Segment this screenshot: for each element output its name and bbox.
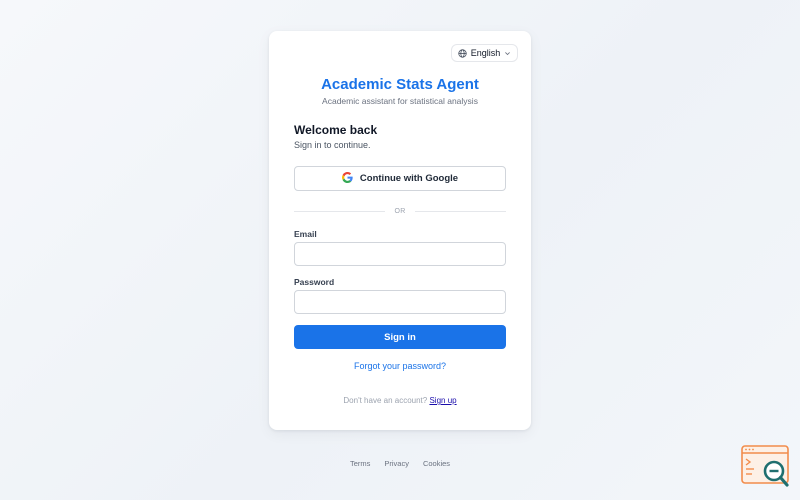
app-title: Academic Stats Agent [321, 76, 479, 93]
google-icon [341, 171, 353, 186]
welcome-heading: Welcome back [294, 123, 378, 137]
signin-hint: Sign in to continue. [294, 140, 371, 150]
password-field[interactable] [294, 290, 506, 314]
footer-link-cookies[interactable]: Cookies [423, 459, 450, 468]
password-label: Password [294, 277, 335, 287]
footer-link-terms[interactable]: Terms [350, 459, 370, 468]
continue-with-google-button[interactable]: Continue with Google [294, 166, 506, 191]
divider-text: OR [394, 207, 406, 215]
login-card: English Academic Stats Agent Academic as… [269, 31, 531, 430]
language-selector[interactable]: English [451, 44, 518, 62]
no-account-text: Don't have an account? [343, 396, 428, 405]
language-label: English [470, 48, 501, 58]
app-logo-icon [741, 445, 791, 490]
sign-in-button[interactable]: Sign in [294, 325, 506, 349]
forgot-password-link[interactable]: Forgot your password? [269, 361, 531, 371]
google-button-label: Continue with Google [359, 173, 459, 184]
or-divider: OR [294, 206, 507, 216]
chevron-down-icon [504, 50, 511, 57]
footer-links: Terms Privacy Cookies [0, 459, 800, 468]
signup-prompt: Don't have an account? Sign up [269, 396, 531, 405]
divider-line-right [414, 210, 507, 212]
email-label: Email [294, 229, 317, 239]
sign-up-link[interactable]: Sign up [429, 396, 456, 405]
divider-line-left [294, 210, 386, 212]
footer-link-privacy[interactable]: Privacy [384, 459, 409, 468]
app-subtitle: Academic assistant for statistical analy… [322, 96, 478, 106]
globe-icon [458, 48, 467, 58]
email-field[interactable] [294, 242, 506, 266]
